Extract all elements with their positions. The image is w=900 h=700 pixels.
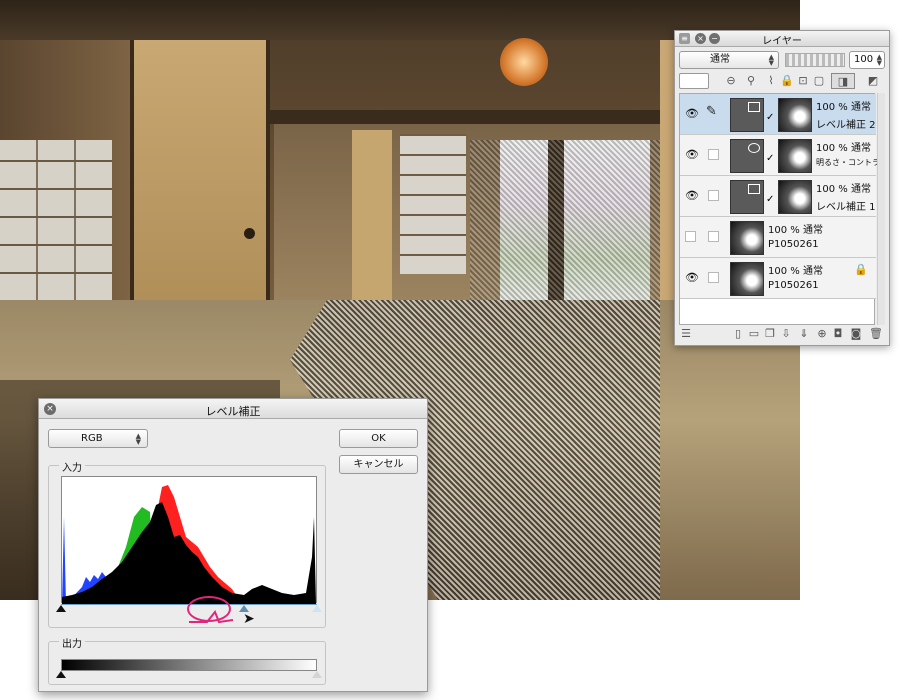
inner-door <box>352 130 392 300</box>
blend-mode-value: 通常 <box>710 54 730 65</box>
mask-thumbnail <box>778 139 812 173</box>
layer-panel: ≡ × − レイヤー 通常 ▲ ▼ 100 ▲ ▼ ⊖ ⚲ ⌇ 🔒 ⊡ ▢ ◨ ◩ <box>674 30 890 346</box>
inner-shoji <box>400 134 466 274</box>
blend-mode-select[interactable]: 通常 ▲ ▼ <box>679 51 779 69</box>
select-arrows-icon: ▲ ▼ <box>135 432 141 446</box>
layer-name: レベル補正 1 <box>816 202 876 213</box>
channel-select[interactable]: RGB ▲ ▼ <box>48 429 148 448</box>
layer-panel-titlebar[interactable]: ≡ × − レイヤー <box>675 31 889 47</box>
opacity-value: 100 <box>854 54 874 65</box>
highlight-scribble <box>189 610 233 624</box>
layer-list: 👁 ✎ ✓ 100 % 通常 レベル補正 2 👁 ✓ 100 % 通常 明るさ・… <box>679 93 880 325</box>
layer-opacity-mode: 100 % 通常 <box>768 266 823 277</box>
checkmark-icon: ✓ <box>766 112 775 123</box>
select-arrows-icon: ▲ ▼ <box>768 53 774 67</box>
opacity-field[interactable]: 100 ▲ ▼ <box>849 51 885 69</box>
layer-stack-icon[interactable]: ☰ <box>679 327 693 341</box>
ok-button[interactable]: OK <box>339 429 418 448</box>
lock-icon: 🔒 <box>854 263 868 276</box>
mask-thumbnail <box>778 180 812 214</box>
levels-dialog-title: レベル補正 <box>205 405 261 418</box>
layer-checkbox[interactable] <box>708 272 719 283</box>
output-gradient <box>61 659 317 671</box>
levels-dialog: × レベル補正 RGB ▲ ▼ OK キャンセル 入力 ➤ 出力 <box>38 398 428 692</box>
opacity-slider[interactable] <box>785 53 845 67</box>
layer-opacity-mode: 100 % 通常 <box>816 184 871 195</box>
output-black-point-handle[interactable] <box>56 671 66 678</box>
new-folder-icon[interactable]: ❐ <box>763 327 777 341</box>
shoji-grid-overlay <box>0 140 112 300</box>
correction-layer-icon <box>730 139 764 173</box>
new-raster-layer-icon[interactable]: ▯ <box>731 327 745 341</box>
layer-row-brightness[interactable]: 👁 ✓ 100 % 通常 明るさ・コントラ <box>680 135 880 176</box>
levels-dialog-titlebar[interactable]: × レベル補正 <box>39 399 427 419</box>
add-mask-icon[interactable]: ◘ <box>831 327 845 341</box>
correction-layer-icon <box>730 98 764 132</box>
layer-name: 明るさ・コントラ <box>816 158 880 167</box>
correction-layer-icon <box>730 180 764 214</box>
channel-value: RGB <box>81 433 103 444</box>
layer-opacity-mode: 100 % 通常 <box>816 102 871 113</box>
lock-icon[interactable]: 🔒 <box>779 73 795 89</box>
output-white-point-handle[interactable] <box>312 671 322 678</box>
new-vector-layer-icon[interactable]: ▭ <box>747 327 761 341</box>
input-white-point-handle[interactable] <box>312 605 322 612</box>
eye-icon[interactable]: 👁 <box>685 271 699 285</box>
selection-marquee-garden <box>470 140 660 300</box>
eye-icon[interactable]: 👁 <box>685 148 699 162</box>
mask-icon[interactable]: ▢ <box>811 73 827 89</box>
paper-lantern <box>500 38 548 86</box>
cursor-arrow-icon: ➤ <box>243 611 255 627</box>
eye-icon[interactable]: 👁 <box>685 107 699 121</box>
lintel <box>270 110 670 124</box>
pen-icon: ✎ <box>706 104 717 119</box>
merge-down-icon[interactable]: ⇓ <box>797 327 811 341</box>
layer-name: P1050261 <box>768 239 819 250</box>
layer-opacity-mode: 100 % 通常 <box>816 143 871 154</box>
layer-row-levels-2[interactable]: 👁 ✎ ✓ 100 % 通常 レベル補正 2 <box>680 94 876 135</box>
layer-thumbnail <box>730 262 764 296</box>
layer-name: レベル補正 2 <box>816 120 876 131</box>
clip-icon[interactable]: ⌇ <box>763 73 779 89</box>
trash-icon[interactable]: 🗑 <box>869 327 883 341</box>
layer-thumbnail <box>730 221 764 255</box>
histogram-luminance <box>62 502 316 604</box>
histogram-graph <box>62 485 316 604</box>
checkmark-icon: ✓ <box>766 153 775 164</box>
layer-checkbox[interactable] <box>708 190 719 201</box>
layer-opacity-mode: 100 % 通常 <box>768 225 823 236</box>
layer-row-levels-1[interactable]: 👁 ✓ 100 % 通常 レベル補正 1 <box>680 176 876 217</box>
layer-color-icon[interactable] <box>679 73 709 89</box>
layer-panel-title: レイヤー <box>762 36 802 47</box>
workspace: ≡ × − レイヤー 通常 ▲ ▼ 100 ▲ ▼ ⊖ ⚲ ⌇ 🔒 ⊡ ▢ ◨ ◩ <box>0 0 900 700</box>
lock-alpha-icon[interactable]: ⊡ <box>795 73 811 89</box>
stepper-icon[interactable]: ▲ ▼ <box>877 54 882 67</box>
checkmark-icon: ✓ <box>766 194 775 205</box>
output-label: 出力 <box>59 635 85 650</box>
layer-checkbox[interactable] <box>708 231 719 242</box>
input-label: 入力 <box>59 459 85 474</box>
cancel-button[interactable]: キャンセル <box>339 455 418 474</box>
histogram <box>61 476 317 604</box>
mask-enable-icon[interactable]: ◨ <box>831 73 855 89</box>
layer-name: P1050261 <box>768 280 819 291</box>
layer-row-photo-hidden[interactable]: 100 % 通常 P1050261 <box>680 217 876 258</box>
door-handle <box>244 228 255 239</box>
mask-disable-icon[interactable]: ◩ <box>861 73 885 89</box>
mask-thumbnail <box>778 98 812 132</box>
reference-layer-icon[interactable]: ⊖ <box>723 73 739 89</box>
eye-icon[interactable]: 👁 <box>685 189 699 203</box>
draft-layer-icon[interactable]: ⚲ <box>743 73 759 89</box>
layer-list-scrollbar[interactable] <box>877 93 885 325</box>
apply-mask-icon[interactable]: ◙ <box>849 327 863 341</box>
transfer-down-icon[interactable]: ⇩ <box>779 327 793 341</box>
input-black-point-handle[interactable] <box>56 605 66 612</box>
layer-row-photo[interactable]: 👁 100 % 通常 P1050261 🔒 <box>680 258 876 299</box>
layer-checkbox[interactable] <box>708 149 719 160</box>
combine-icon[interactable]: ⊕ <box>815 327 829 341</box>
visibility-checkbox[interactable] <box>685 231 696 242</box>
